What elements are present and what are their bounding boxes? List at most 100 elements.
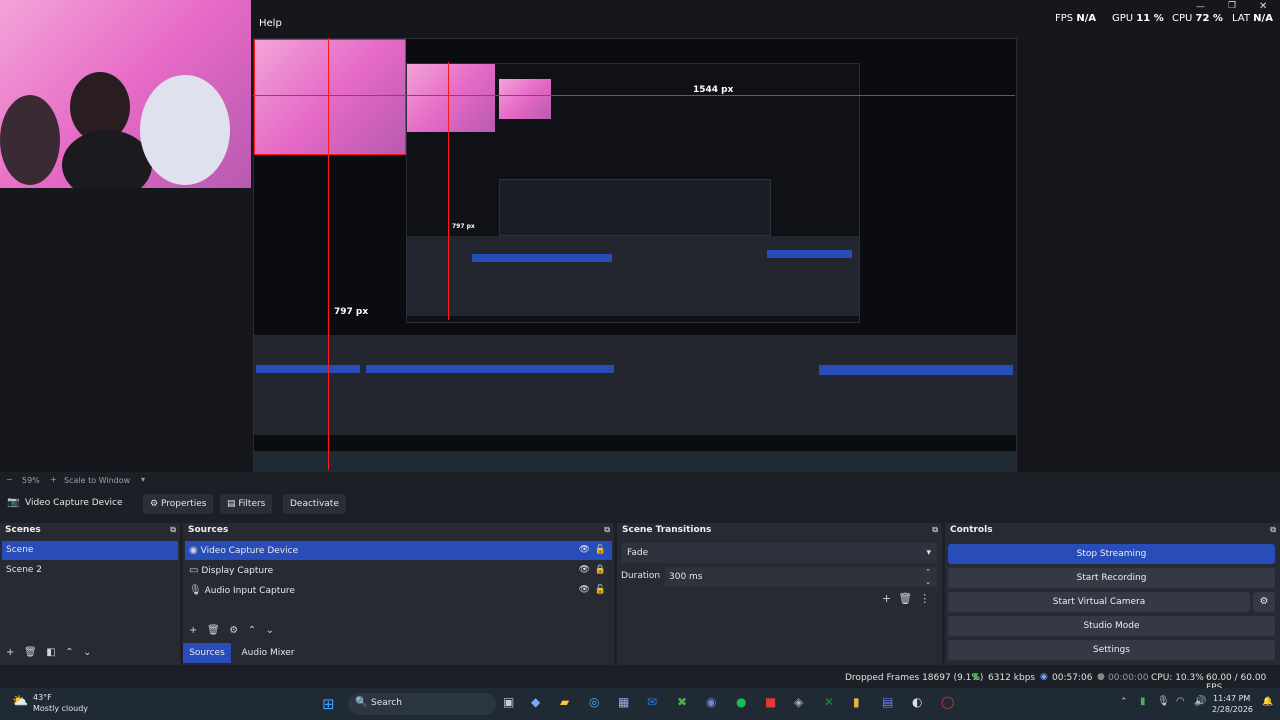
deactivate-button[interactable]: Deactivate [283,494,346,514]
transition-select[interactable]: Fade ▾ [621,543,937,563]
preview-canvas[interactable]: Help FPS N/A GPU 11 % CPU 72 % LAT N/A —… [0,0,1280,472]
help-menu[interactable]: Help [259,18,282,29]
add-icon[interactable]: + [882,592,891,605]
scene-transitions-dock: Scene Transitions ⧉ Fade ▾ Duration 300 … [617,523,942,665]
zoom-out-icon[interactable]: − [6,475,13,484]
stop-streaming-button[interactable]: Stop Streaming [948,544,1275,564]
start-recording-button[interactable]: Start Recording [948,568,1275,588]
add-icon[interactable]: + [189,625,197,636]
cpu-label: CPU [1172,13,1193,24]
spin-down-icon[interactable]: ⌄ [925,572,931,592]
source-item[interactable]: ▭ Display Capture 👁 🔒 [185,561,612,580]
lat-value: N/A [1253,13,1273,24]
undock-icon[interactable]: ⧉ [1270,523,1276,537]
chevron-up-icon[interactable]: ⌃ [1120,697,1128,707]
tray-icon[interactable]: ▮ [1140,696,1146,707]
nested-display [406,63,860,323]
scenes-title: Scenes [5,525,41,535]
chevron-down-icon[interactable]: ▾ [141,475,145,484]
minimize-icon[interactable]: — [1196,2,1205,12]
clock-date[interactable]: 2/28/2026 [1212,705,1253,714]
display-capture-source[interactable] [253,38,1017,472]
weather-desc[interactable]: Mostly cloudy [33,704,88,713]
transition-actions: + 🗑 ⋮ [882,592,930,605]
restore-icon[interactable]: ❐ [1228,1,1236,11]
add-icon[interactable]: + [6,647,14,658]
excel-icon[interactable]: ✕ [824,695,834,709]
xbox-icon[interactable]: ✖ [677,695,687,709]
chevron-up-icon[interactable]: ⌃ [248,625,256,636]
scenes-header: Scenes ⧉ [0,523,180,537]
chevron-down-icon[interactable]: ⌄ [266,625,274,636]
edge-icon[interactable]: ◎ [589,695,599,709]
chevron-up-icon[interactable]: ⌃ [65,647,73,658]
task-view-icon[interactable]: ▣ [503,695,514,709]
spotify-icon[interactable]: ● [736,695,746,709]
opera-icon[interactable]: ◯ [941,695,954,709]
app-icon[interactable]: ■ [765,695,776,709]
properties-button[interactable]: ⚙ Properties [143,494,214,514]
tab-sources[interactable]: Sources [183,643,231,663]
zoom-mode[interactable]: Scale to Window [64,476,130,485]
store-icon[interactable]: ▦ [618,695,629,709]
webcam-source[interactable] [0,0,251,188]
nested-height-measure-label: 797 px [452,223,475,230]
gear-icon[interactable]: ⚙ [229,625,238,636]
file-explorer-icon[interactable]: ▰ [560,695,569,709]
tab-audio-mixer[interactable]: Audio Mixer [235,643,301,663]
outlook-icon[interactable]: ✉ [647,695,657,709]
lock-icon[interactable]: 🔒 [595,561,606,580]
undock-icon[interactable]: ⧉ [932,523,938,537]
undock-icon[interactable]: ⧉ [604,523,610,537]
volume-icon[interactable]: 🔊 [1194,696,1206,707]
settings-button[interactable]: Settings [948,640,1275,660]
chevron-down-icon[interactable]: ⌄ [83,647,91,658]
windows-start-icon[interactable]: ⊞ [322,695,335,713]
gpu-label: GPU [1112,13,1134,24]
eye-icon[interactable]: 👁 [579,561,590,580]
cpu-value: 72 % [1195,13,1223,24]
duration-value: 300 ms [669,572,703,582]
clock-time[interactable]: 11:47 PM [1213,694,1250,703]
filter-icon[interactable]: ◧ [46,647,55,658]
trash-icon[interactable]: 🗑 [207,625,220,636]
zoom-in-icon[interactable]: + [50,475,57,484]
more-icon[interactable]: ⋮ [919,592,930,605]
steam-icon[interactable]: ◈ [794,695,803,709]
weather-temp[interactable]: 43°F [33,693,52,702]
record-time: 00:00:00 [1108,673,1149,683]
virtual-camera-settings-icon[interactable]: ⚙ [1253,592,1275,612]
filters-button[interactable]: ▤ Filters [220,494,273,514]
discord-icon[interactable]: ◉ [706,695,716,709]
scene-item[interactable]: Scene 2 [2,561,178,580]
eye-icon[interactable]: 👁 [579,581,590,600]
unlock-icon[interactable]: 🔓 [595,541,606,560]
trash-icon[interactable]: 🗑 [898,592,912,605]
fps-value: N/A [1076,13,1097,24]
transitions-title: Scene Transitions [622,525,712,535]
studio-mode-button[interactable]: Studio Mode [948,616,1275,636]
microphone-icon[interactable]: 🎙 [1157,696,1170,707]
stream-icon: ◉ [1040,672,1048,682]
notification-icon[interactable]: 🔔 [1262,697,1273,707]
source-item[interactable]: ◉ Video Capture Device 👁 🔓 [185,541,612,560]
weather-icon[interactable]: ⛅ [12,694,28,709]
obs-icon[interactable]: ◐ [912,695,922,709]
undock-icon[interactable]: ⧉ [170,523,176,537]
app-icon-2[interactable]: ▤ [882,695,893,709]
notes-icon[interactable]: ▮ [853,695,860,709]
start-virtual-camera-button[interactable]: Start Virtual Camera [948,592,1250,612]
windows-taskbar: ⛅ 43°F Mostly cloudy ⊞ 🔍 Search ▣ ◆ ▰ ◎ … [0,688,1280,720]
source-item[interactable]: 🎙 Audio Input Capture 👁 🔓 [185,581,612,600]
close-icon[interactable]: ✕ [1259,1,1267,12]
unlock-icon[interactable]: 🔓 [595,581,606,600]
trash-icon[interactable]: 🗑 [24,647,37,658]
transition-selected: Fade [627,548,649,558]
scene-item[interactable]: Scene [2,541,178,560]
copilot-icon[interactable]: ◆ [531,695,540,709]
eye-icon[interactable]: 👁 [579,541,590,560]
wifi-icon[interactable]: ◠ [1176,696,1185,707]
taskbar-search[interactable]: 🔍 Search [348,693,496,715]
sources-dock: Sources ⧉ ◉ Video Capture Device 👁 🔓 ▭ D… [183,523,614,665]
duration-input[interactable]: 300 ms ⌃ ⌄ [665,567,937,587]
